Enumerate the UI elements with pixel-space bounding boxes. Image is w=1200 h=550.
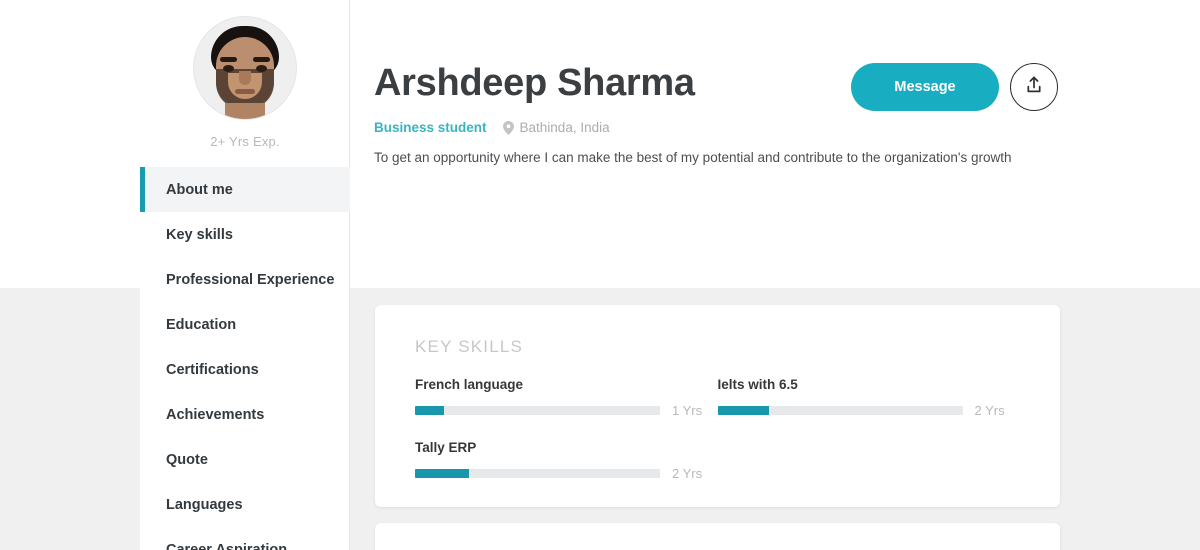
skill-progress-fill (415, 469, 469, 478)
sidebar-item-label: Career Aspiration (166, 541, 288, 550)
skill-years: 2 Yrs (672, 466, 703, 481)
skill-item: French language 1 Yrs (415, 377, 718, 418)
sidebar-item-about-me[interactable]: About me (140, 167, 350, 212)
skill-progress-row: 2 Yrs (415, 466, 718, 481)
avatar-brow-right (253, 57, 270, 62)
profile-meta: Business student Bathinda, India (374, 120, 610, 135)
skill-item: Tally ERP 2 Yrs (415, 440, 718, 481)
skill-progress-track (415, 469, 660, 478)
page-title: Arshdeep Sharma (374, 62, 695, 104)
sidebar-item-professional-experience[interactable]: Professional Experience (140, 257, 350, 302)
sidebar-item-languages[interactable]: Languages (140, 482, 350, 527)
sidebar-item-label: Quote (166, 451, 208, 468)
key-skills-list: French language 1 Yrs Ielts with 6.5 2 Y… (415, 377, 1020, 503)
skill-name: Tally ERP (415, 440, 477, 455)
skill-progress-track (717, 406, 963, 415)
sidebar-item-label: Certifications (166, 361, 259, 378)
profile-bio: To get an opportunity where I can make t… (374, 150, 1012, 165)
sidebar-item-career-aspiration[interactable]: Career Aspiration (140, 527, 350, 550)
sidebar-item-quote[interactable]: Quote (140, 437, 350, 482)
experience-label: 2+ Yrs Exp. (210, 134, 280, 149)
skill-item: Ielts with 6.5 2 Yrs (717, 377, 1021, 418)
avatar-eye-right (256, 65, 267, 72)
sidebar: 2+ Yrs Exp. About me Key skills Professi… (140, 0, 350, 550)
sidebar-item-label: Education (166, 316, 237, 333)
skill-years: 1 Yrs (672, 403, 703, 418)
share-upload-icon (1024, 75, 1044, 100)
next-section-card (375, 523, 1060, 550)
sidebar-item-label: Key skills (166, 226, 233, 243)
avatar-nose (239, 71, 251, 85)
skill-progress-row: 1 Yrs (415, 403, 718, 418)
map-pin-icon (502, 120, 514, 135)
avatar-eye-left (223, 65, 234, 72)
sidebar-item-education[interactable]: Education (140, 302, 350, 347)
share-button[interactable] (1010, 63, 1058, 111)
message-button[interactable]: Message (851, 63, 999, 111)
sidebar-item-label: Professional Experience (166, 271, 335, 288)
sidebar-item-key-skills[interactable]: Key skills (140, 212, 350, 257)
sidebar-item-label: Achievements (166, 406, 265, 423)
skill-progress-row: 2 Yrs (717, 403, 1021, 418)
skill-name: Ielts with 6.5 (717, 377, 798, 392)
profile-summary: 2+ Yrs Exp. (140, 0, 350, 149)
sidebar-item-label: About me (166, 181, 233, 198)
sidebar-item-certifications[interactable]: Certifications (140, 347, 350, 392)
key-skills-card: KEY SKILLS French language 1 Yrs Ielts w… (375, 305, 1060, 507)
profile-header: Arshdeep Sharma Business student Bathind… (350, 0, 1200, 288)
sidebar-nav: About me Key skills Professional Experie… (140, 167, 350, 550)
sidebar-item-achievements[interactable]: Achievements (140, 392, 350, 437)
skill-name: French language (415, 377, 524, 392)
skill-years: 2 Yrs (974, 403, 1005, 418)
avatar-brow-left (220, 57, 237, 62)
skill-progress-track (415, 406, 660, 415)
profile-page: 2+ Yrs Exp. About me Key skills Professi… (0, 0, 1200, 550)
skill-progress-fill (415, 406, 445, 415)
profile-role: Business student (374, 120, 487, 135)
avatar (193, 16, 297, 120)
key-skills-title: KEY SKILLS (415, 337, 524, 356)
skill-progress-fill (717, 406, 769, 415)
profile-location: Bathinda, India (519, 120, 610, 135)
avatar-mouth (235, 89, 255, 94)
avatar-neck (225, 103, 265, 119)
sidebar-item-label: Languages (166, 496, 243, 513)
